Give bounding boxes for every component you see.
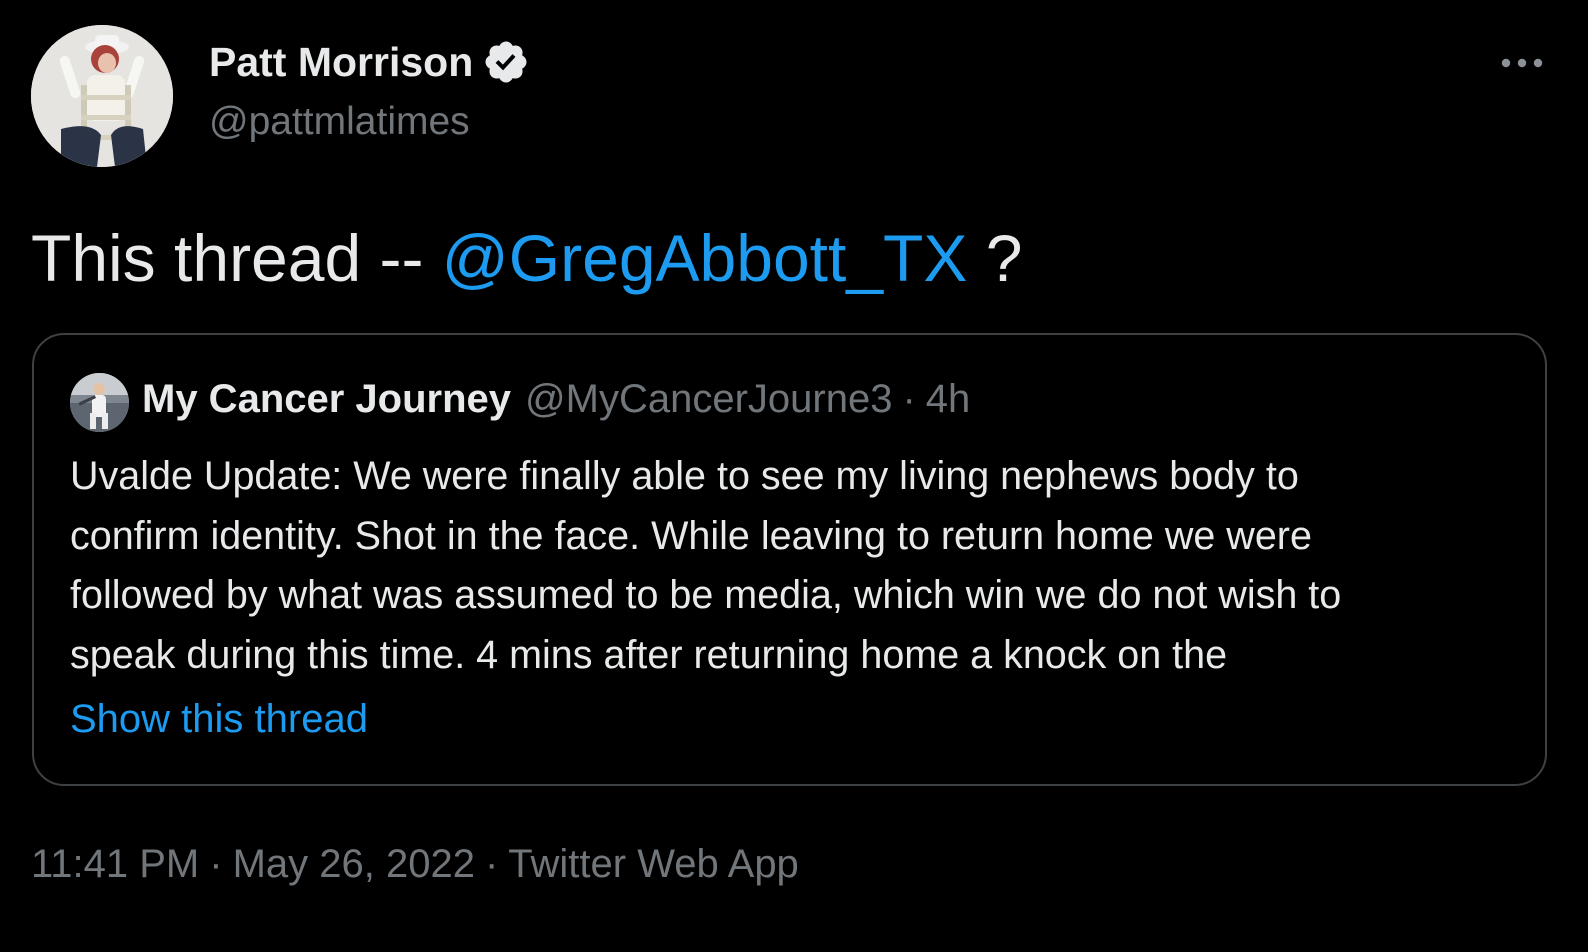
quoted-separator: ·	[902, 377, 916, 421]
tweet-metadata: 11:41 PM · May 26, 2022 · Twitter Web App	[31, 842, 799, 887]
author-handle[interactable]: @pattmlatimes	[209, 100, 470, 144]
meta-separator: ·	[209, 842, 223, 886]
tweet-source[interactable]: Twitter Web App	[508, 842, 799, 886]
meta-separator: ·	[484, 842, 499, 886]
quoted-tweet-header: My Cancer Journey @MyCancerJourne3 · 4h	[142, 377, 970, 422]
quoted-tweet-body: Uvalde Update: We were finally able to s…	[70, 447, 1530, 685]
verified-badge-icon	[482, 38, 530, 86]
show-thread-link[interactable]: Show this thread	[70, 697, 368, 742]
tweet-date[interactable]: May 26, 2022	[233, 842, 475, 886]
quoted-tweet-card[interactable]: My Cancer Journey @MyCancerJourne3 · 4h …	[32, 333, 1547, 786]
more-options-button[interactable]	[1496, 46, 1548, 80]
tweet-text-prefix: This thread --	[31, 221, 442, 295]
quoted-body-line: followed by what was assumed to be media…	[70, 573, 1342, 617]
author-avatar[interactable]	[31, 25, 173, 167]
tweet-text-suffix: ?	[967, 221, 1023, 295]
quoted-tweet-time[interactable]: 4h	[926, 377, 971, 422]
mention-link[interactable]: @GregAbbott_TX	[442, 221, 968, 295]
quoted-body-line: confirm identity. Shot in the face. Whil…	[70, 513, 1312, 558]
quoted-body-line: Uvalde Update: We were finally able to s…	[70, 454, 1299, 498]
author-name-text: Patt Morrison	[209, 38, 474, 85]
quoted-author-name[interactable]: My Cancer Journey	[142, 377, 511, 422]
quoted-author-avatar[interactable]	[70, 373, 129, 432]
author-display-name[interactable]: Patt Morrison	[209, 38, 530, 86]
ellipsis-icon	[1501, 58, 1543, 68]
quoted-body-line: speak during this time. 4 mins after ret…	[70, 632, 1228, 677]
tweet-text: This thread -- @GregAbbott_TX ?	[31, 218, 1022, 298]
quoted-author-handle[interactable]: @MyCancerJourne3	[525, 377, 892, 422]
tweet-time[interactable]: 11:41 PM	[31, 842, 199, 886]
